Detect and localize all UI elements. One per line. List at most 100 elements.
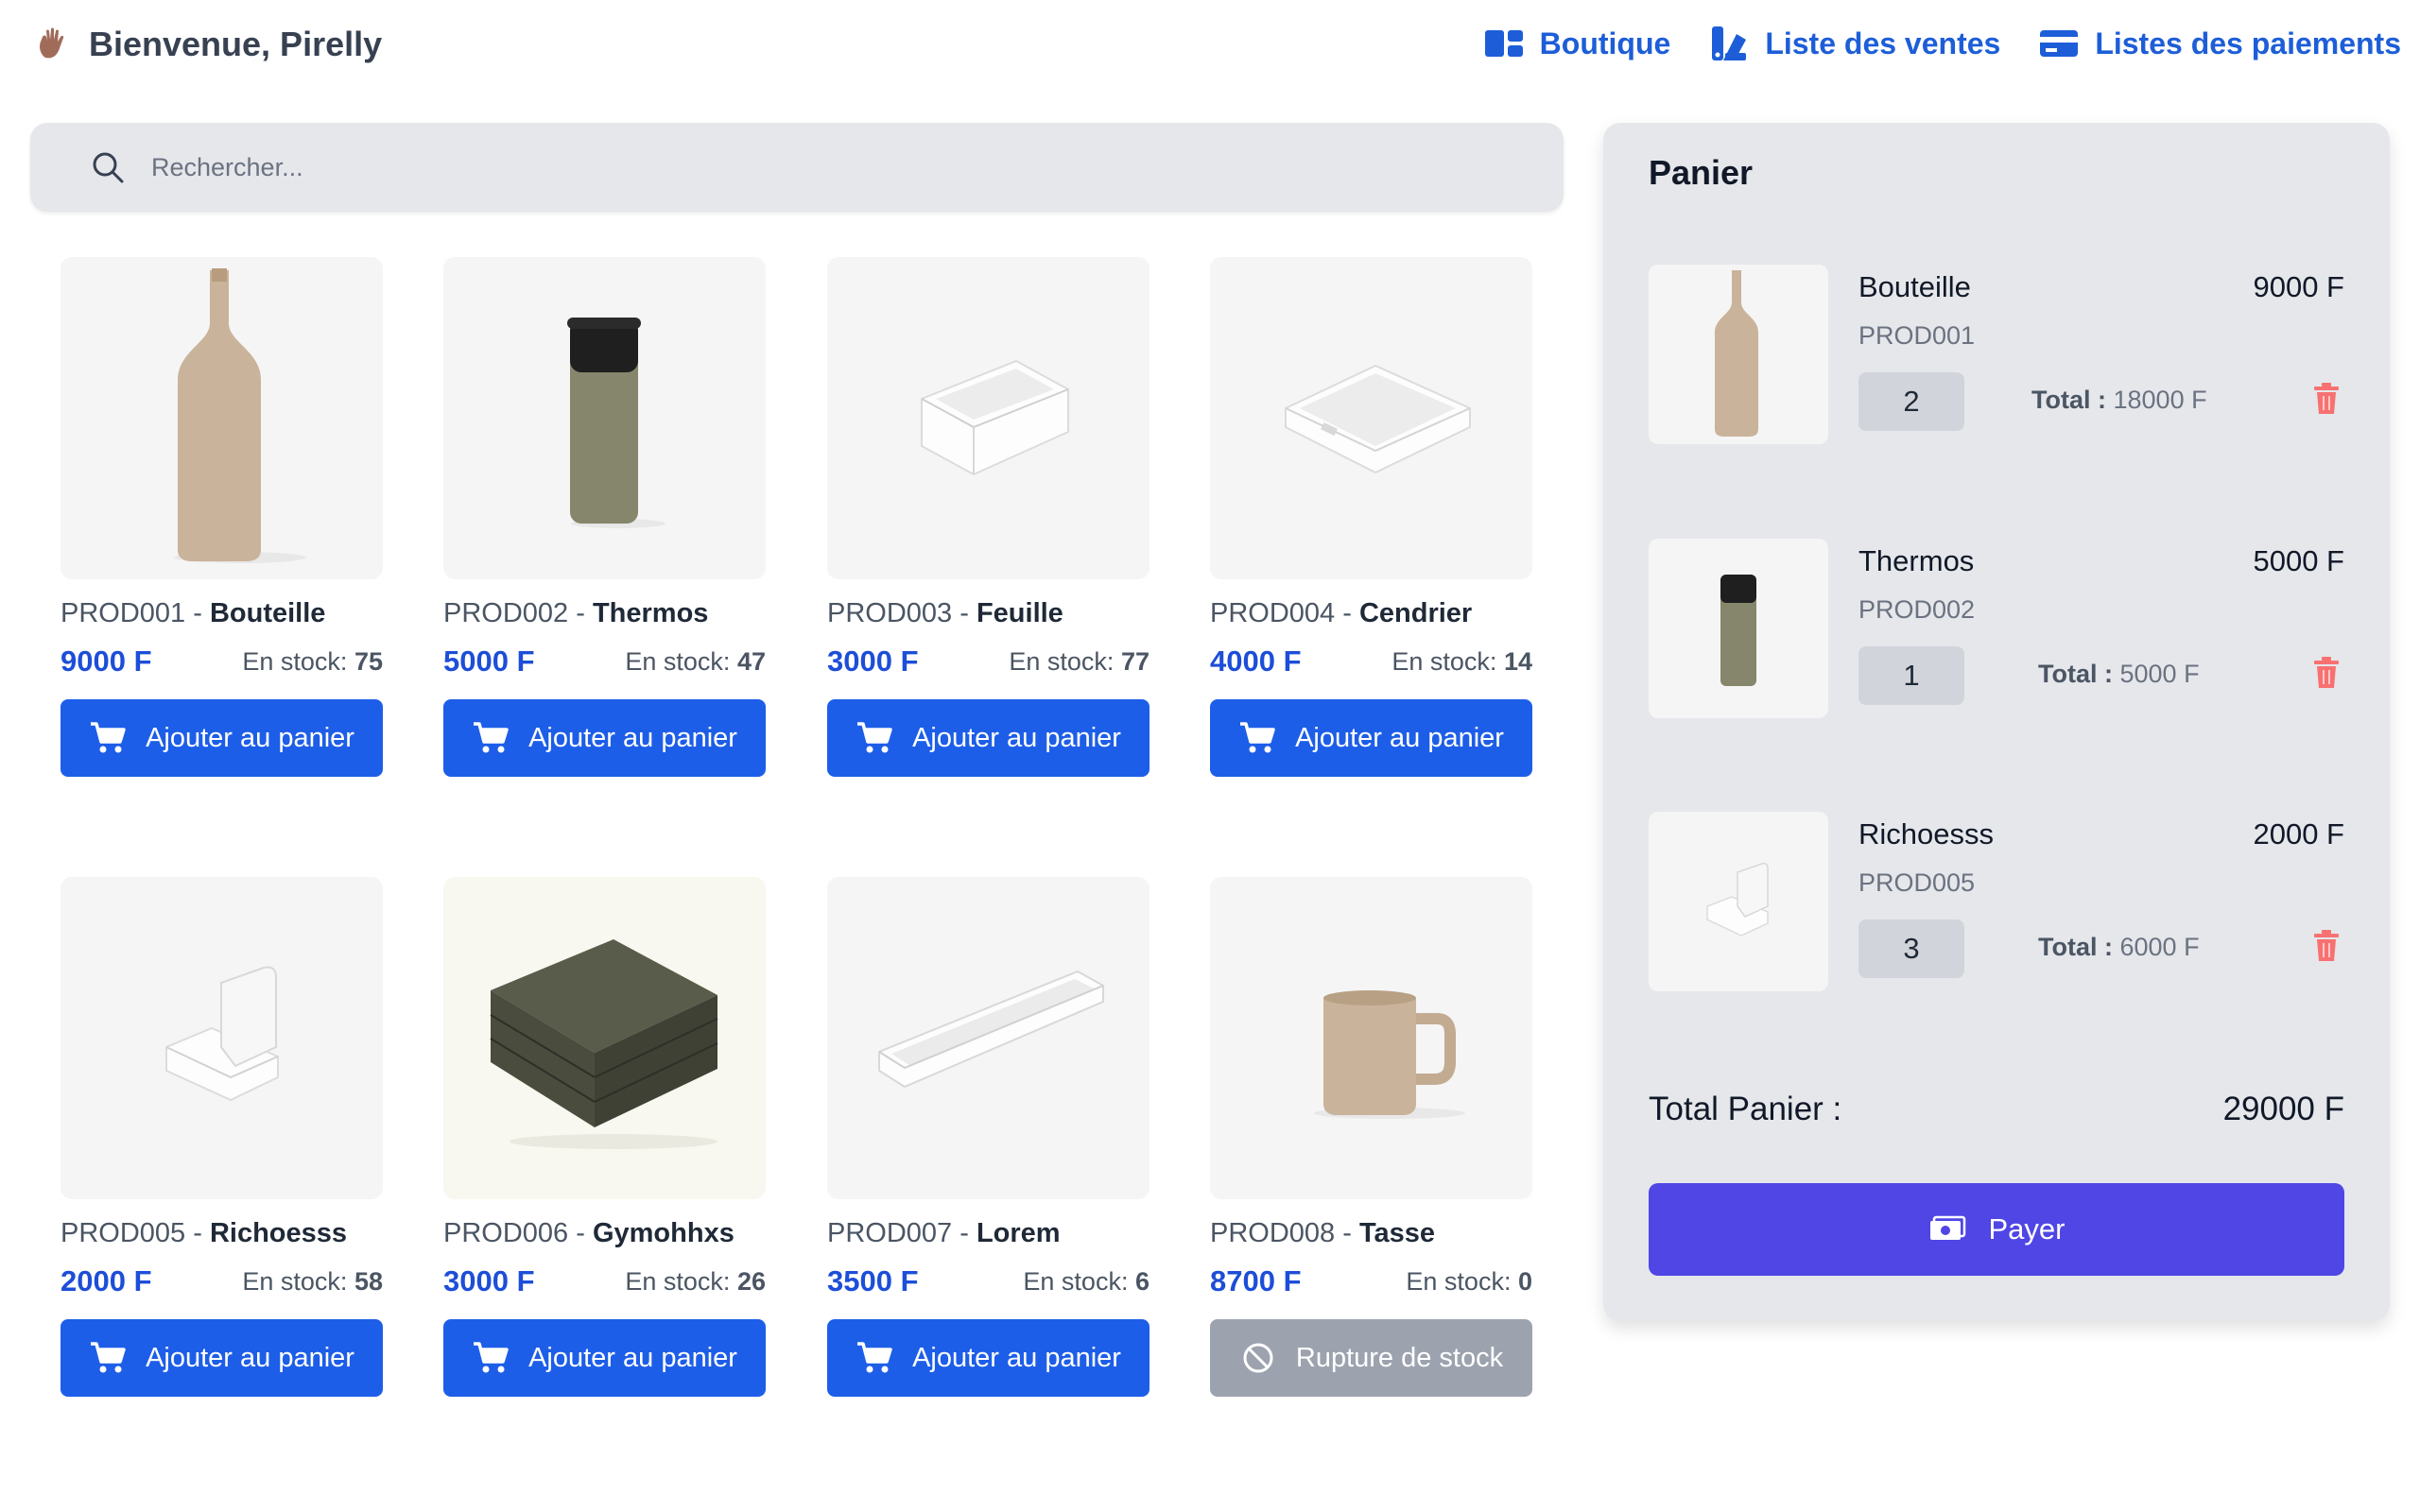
cart-item-code: PROD005: [1858, 868, 1976, 897]
cart-title: Panier: [1649, 153, 1754, 192]
out-of-stock-button[interactable]: Rupture de stock: [1210, 1319, 1532, 1397]
product-image-ashtray: [1210, 257, 1532, 579]
trash-icon[interactable]: [2312, 382, 2341, 416]
shop-grid-icon: [1484, 30, 1523, 57]
product-price: 8700 F: [1210, 1264, 1302, 1297]
pay-label: Payer: [1988, 1212, 2066, 1246]
cart-icon: [1240, 722, 1275, 753]
product-card: PROD003 - Feuille 3000 F En stock: 77 Aj…: [827, 257, 1150, 777]
product-price: 4000 F: [1210, 644, 1302, 678]
product-card: PROD008 - Tasse 8700 F En stock: 0 Ruptu…: [1210, 877, 1532, 1397]
add-to-cart-label: Ajouter au panier: [528, 722, 737, 753]
add-to-cart-button[interactable]: Ajouter au panier: [443, 1319, 766, 1397]
long-tray-image: [878, 970, 1104, 1089]
trash-icon[interactable]: [2312, 929, 2341, 963]
stock-label: En stock:: [1009, 646, 1115, 676]
product-stock: En stock: 77: [1009, 647, 1150, 677]
stock-label: En stock:: [625, 646, 731, 676]
stock-value: 47: [736, 646, 766, 676]
product-image-mug: [1210, 877, 1532, 1199]
add-to-cart-button[interactable]: Ajouter au panier: [827, 1319, 1150, 1397]
cart-item-price: 9000 F: [2253, 270, 2344, 303]
search-input[interactable]: [151, 152, 1475, 182]
stock-value: 26: [736, 1266, 766, 1296]
out-of-stock-label: Rupture de stock: [1295, 1342, 1504, 1373]
product-code: PROD007: [827, 1218, 953, 1248]
product-title: PROD007 - Lorem: [827, 1218, 1061, 1248]
product-title: PROD005 - Richoesss: [60, 1218, 348, 1248]
add-to-cart-button[interactable]: Ajouter au panier: [827, 699, 1150, 777]
cart-item-total: Total : 18000 F: [2031, 386, 2207, 415]
total-value: 5000 F: [2119, 660, 2200, 688]
cart-item-image: [1649, 812, 1828, 991]
quantity-field[interactable]: 2: [1858, 372, 1964, 431]
product-card: PROD002 - Thermos 5000 F En stock: 47 Aj…: [443, 257, 766, 777]
cart-item-image: [1649, 265, 1828, 444]
mug-image: [1314, 990, 1465, 1119]
quantity-field[interactable]: 3: [1858, 919, 1964, 978]
product-name: Cendrier: [1358, 598, 1473, 628]
add-to-cart-label: Ajouter au panier: [912, 722, 1121, 753]
add-to-cart-label: Ajouter au panier: [1295, 722, 1504, 753]
stock-label: En stock:: [242, 1266, 348, 1296]
cart-item-total: Total : 6000 F: [2038, 933, 2200, 962]
total-label: Total :: [2031, 386, 2106, 414]
product-image-tray-box: [827, 257, 1150, 579]
product-image-long-tray: [827, 877, 1150, 1199]
product-code: PROD005: [60, 1218, 186, 1248]
phone-stand-image: [165, 966, 279, 1102]
sales-list-icon: [1712, 26, 1747, 60]
ban-icon: [1243, 1343, 1273, 1373]
product-card: PROD005 - Richoesss 2000 F En stock: 58 …: [60, 877, 383, 1397]
product-stock: En stock: 75: [242, 647, 383, 677]
add-to-cart-button[interactable]: Ajouter au panier: [1210, 699, 1532, 777]
add-to-cart-button[interactable]: Ajouter au panier: [60, 1319, 383, 1397]
nav-payments-list-label: Listes des paiements: [2095, 26, 2401, 60]
product-image-book-stack: [443, 877, 766, 1199]
search-bar: [30, 123, 1564, 212]
cart-icon: [91, 1342, 126, 1373]
stock-value: 6: [1134, 1266, 1150, 1296]
cart-item-name: Richoesss: [1858, 817, 1994, 850]
add-to-cart-button[interactable]: Ajouter au panier: [443, 699, 766, 777]
product-code: PROD006: [443, 1218, 569, 1248]
cart-item-name: Bouteille: [1858, 270, 1971, 303]
stock-value: 0: [1517, 1266, 1532, 1296]
nav-sales-list[interactable]: Liste des ventes: [1708, 25, 2000, 62]
pay-button[interactable]: Payer: [1649, 1183, 2344, 1276]
product-stock: En stock: 0: [1406, 1267, 1532, 1297]
product-title: PROD003 - Feuille: [827, 598, 1063, 628]
product-code: PROD001: [60, 598, 186, 628]
product-price: 2000 F: [60, 1264, 152, 1297]
phone-stand-thumb: [1706, 863, 1769, 936]
add-to-cart-button[interactable]: Ajouter au panier: [60, 699, 383, 777]
total-value: 18000 F: [2113, 386, 2207, 414]
product-image-thermos: [443, 257, 766, 579]
product-price: 5000 F: [443, 644, 535, 678]
product-stock: En stock: 26: [625, 1267, 766, 1297]
stock-label: En stock:: [1023, 1266, 1129, 1296]
product-card: PROD004 - Cendrier 4000 F En stock: 14 A…: [1210, 257, 1532, 777]
stock-value: 77: [1120, 646, 1150, 676]
ashtray-image: [1285, 364, 1471, 474]
cart-icon: [91, 722, 126, 753]
cart-item-code: PROD001: [1858, 321, 1976, 350]
product-price: 9000 F: [60, 644, 152, 678]
trash-icon[interactable]: [2312, 656, 2341, 690]
money-icon: [1929, 1215, 1965, 1240]
nav-payments-list[interactable]: Listes des paiements: [2038, 25, 2401, 62]
nav-boutique[interactable]: Boutique: [1483, 25, 1670, 62]
product-card: PROD001 - Bouteille 9000 F En stock: 75 …: [60, 257, 383, 777]
cart-item-name: Thermos: [1858, 544, 1975, 577]
quantity-field[interactable]: 1: [1858, 646, 1964, 705]
nav-sales-list-label: Liste des ventes: [1765, 26, 2001, 60]
product-name: Richoesss: [209, 1218, 348, 1248]
stock-label: En stock:: [1392, 646, 1497, 676]
cart-item-price: 5000 F: [2253, 544, 2344, 577]
total-label: Total :: [2038, 660, 2113, 688]
cart-item-code: PROD002: [1858, 595, 1976, 624]
product-title: PROD001 - Bouteille: [60, 598, 326, 628]
product-image-bottle: [60, 257, 383, 579]
product-title: PROD006 - Gymohhxs: [443, 1218, 735, 1248]
product-price: 3000 F: [827, 644, 919, 678]
